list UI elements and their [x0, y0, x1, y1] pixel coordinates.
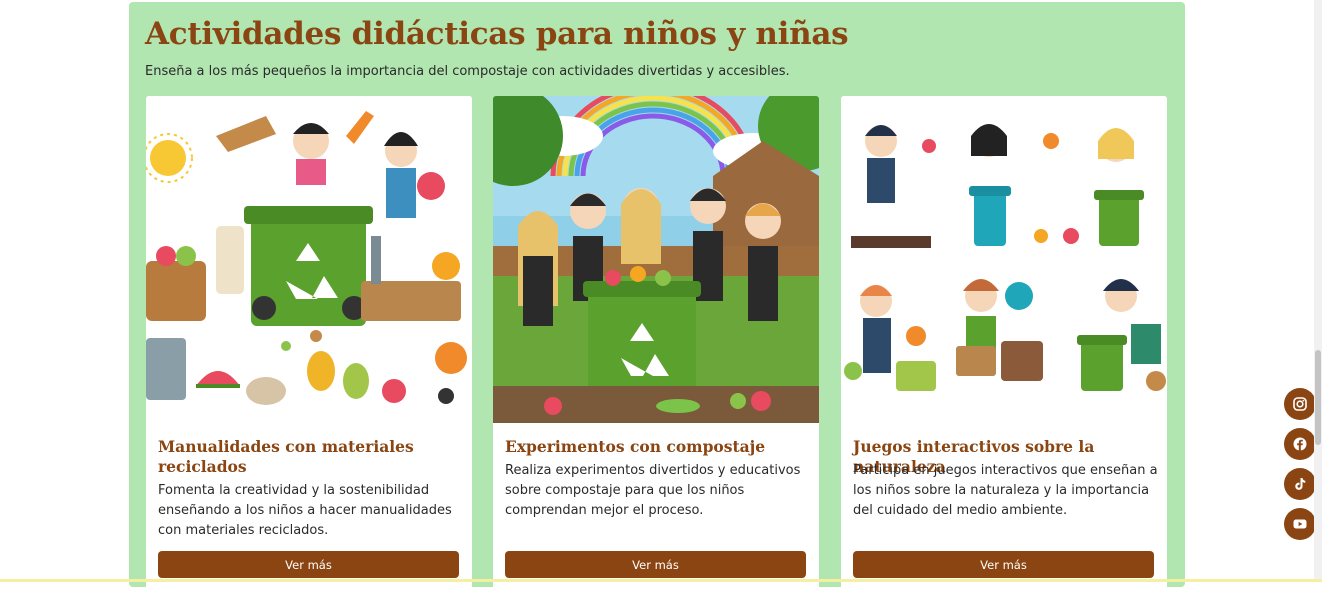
card-title: Manualidades con materiales reciclados — [158, 437, 414, 476]
activity-card-experiments: Experimentos con compostaje Realiza expe… — [493, 96, 819, 596]
nature-games-illustration-image — [841, 96, 1167, 423]
card-description: Fomenta la creatividad y la sostenibilid… — [158, 483, 452, 538]
facebook-button[interactable] — [1284, 428, 1316, 460]
crafts-illustration-image — [146, 96, 472, 423]
scrollbar-thumb[interactable] — [1315, 350, 1321, 445]
tiktok-button[interactable] — [1284, 468, 1316, 500]
tiktok-icon — [1295, 478, 1306, 490]
ver-mas-button[interactable]: Ver más — [505, 551, 806, 578]
card-title: Experimentos con compostaje — [505, 437, 766, 456]
section-subtitle: Enseña a los más pequeños la importancia… — [145, 64, 790, 79]
section-title: Actividades didácticas para niños y niña… — [145, 16, 849, 52]
activities-section: Actividades didácticas para niños y niña… — [129, 2, 1185, 596]
instagram-button[interactable] — [1284, 388, 1316, 420]
activity-card-games: Juegos interactivos sobre la naturaleza … — [841, 96, 1167, 596]
compost-experiment-image — [493, 96, 819, 423]
facebook-icon — [1293, 437, 1307, 451]
youtube-icon — [1293, 519, 1307, 529]
card-description: Realiza experimentos divertidos y educat… — [505, 463, 801, 518]
instagram-icon — [1293, 397, 1307, 411]
activity-card-crafts: Manualidades con materiales reciclados F… — [146, 96, 472, 596]
page-scrollbar[interactable] — [1314, 0, 1322, 582]
youtube-button[interactable] — [1284, 508, 1316, 540]
card-description: Participa en juegos interactivos que ens… — [853, 463, 1158, 518]
ver-mas-button[interactable]: Ver más — [853, 551, 1154, 578]
ver-mas-button[interactable]: Ver más — [158, 551, 459, 578]
